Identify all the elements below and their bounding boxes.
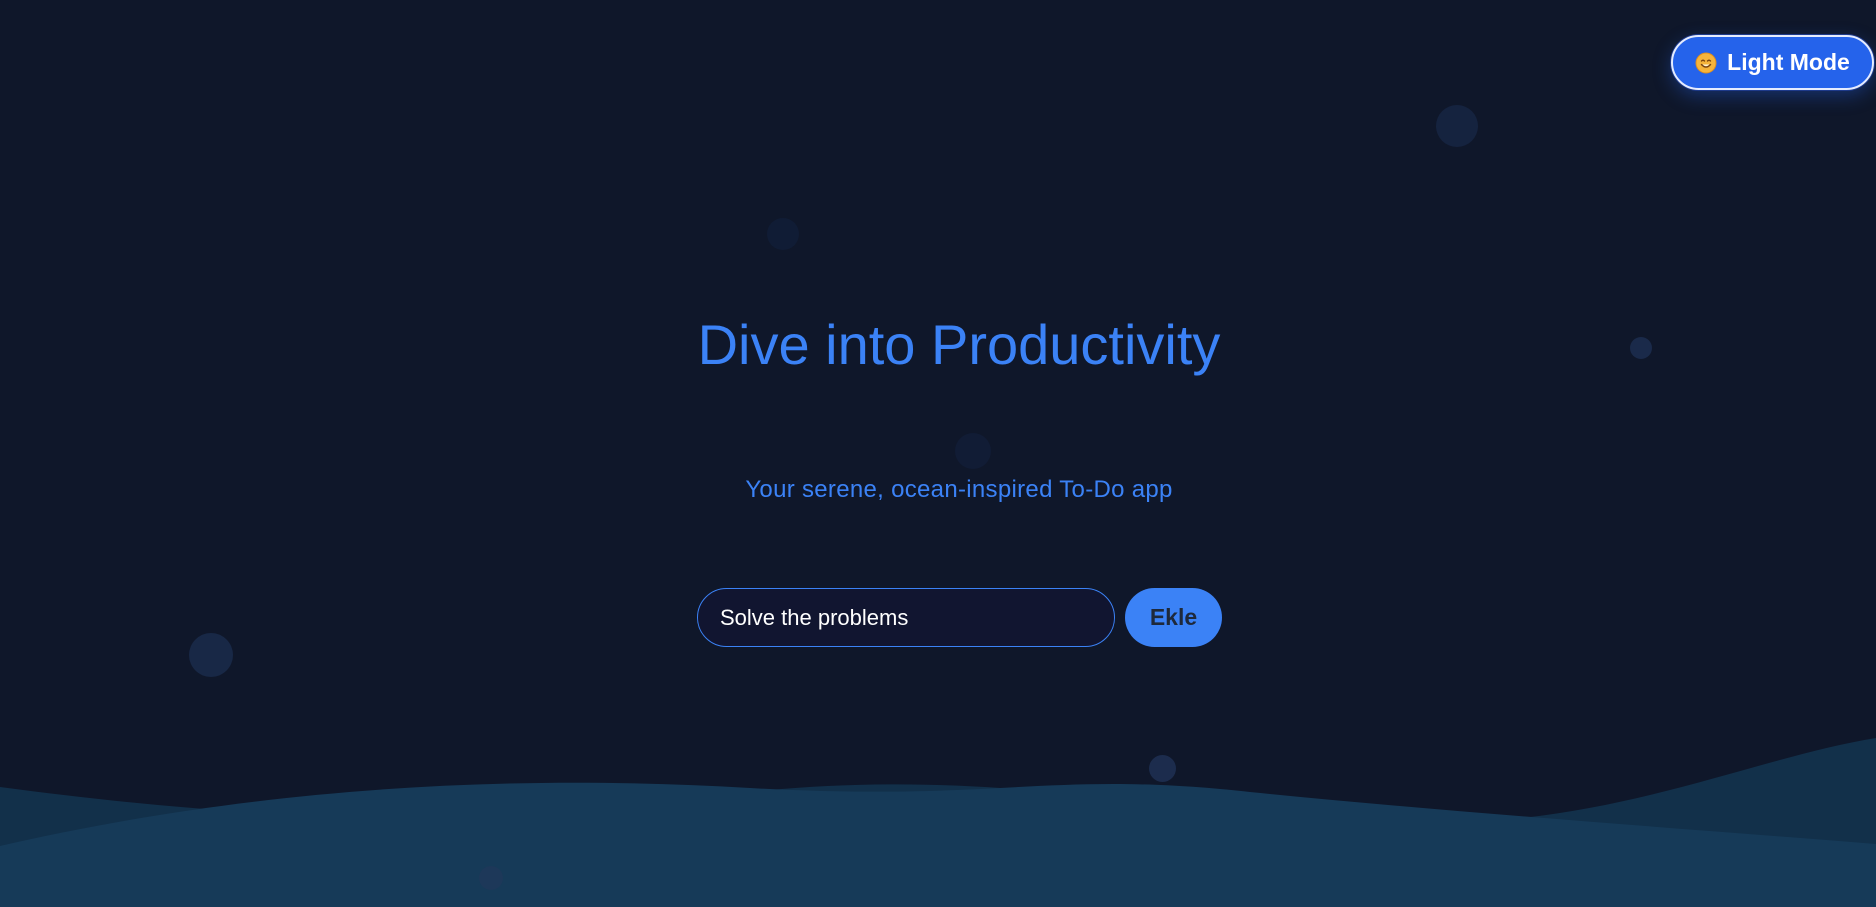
add-task-button[interactable]: Ekle <box>1125 588 1222 647</box>
app-page: Light Mode Dive into Productivity Your s… <box>0 0 1876 907</box>
wave-front <box>0 782 1876 907</box>
sun-face-icon <box>1695 52 1717 73</box>
decorative-bubble <box>189 633 233 677</box>
decorative-bubble <box>955 433 991 469</box>
light-mode-label: Light Mode <box>1727 49 1850 75</box>
decorative-bubble <box>767 218 799 250</box>
decorative-bubble <box>1436 105 1478 147</box>
page-subtitle: Your serene, ocean-inspired To-Do app <box>745 476 1173 503</box>
light-mode-toggle-button[interactable]: Light Mode <box>1671 35 1874 90</box>
page-title: Dive into Productivity <box>697 313 1221 376</box>
ocean-waves <box>0 738 1876 907</box>
decorative-bubble <box>479 866 503 890</box>
task-input[interactable] <box>697 588 1115 647</box>
